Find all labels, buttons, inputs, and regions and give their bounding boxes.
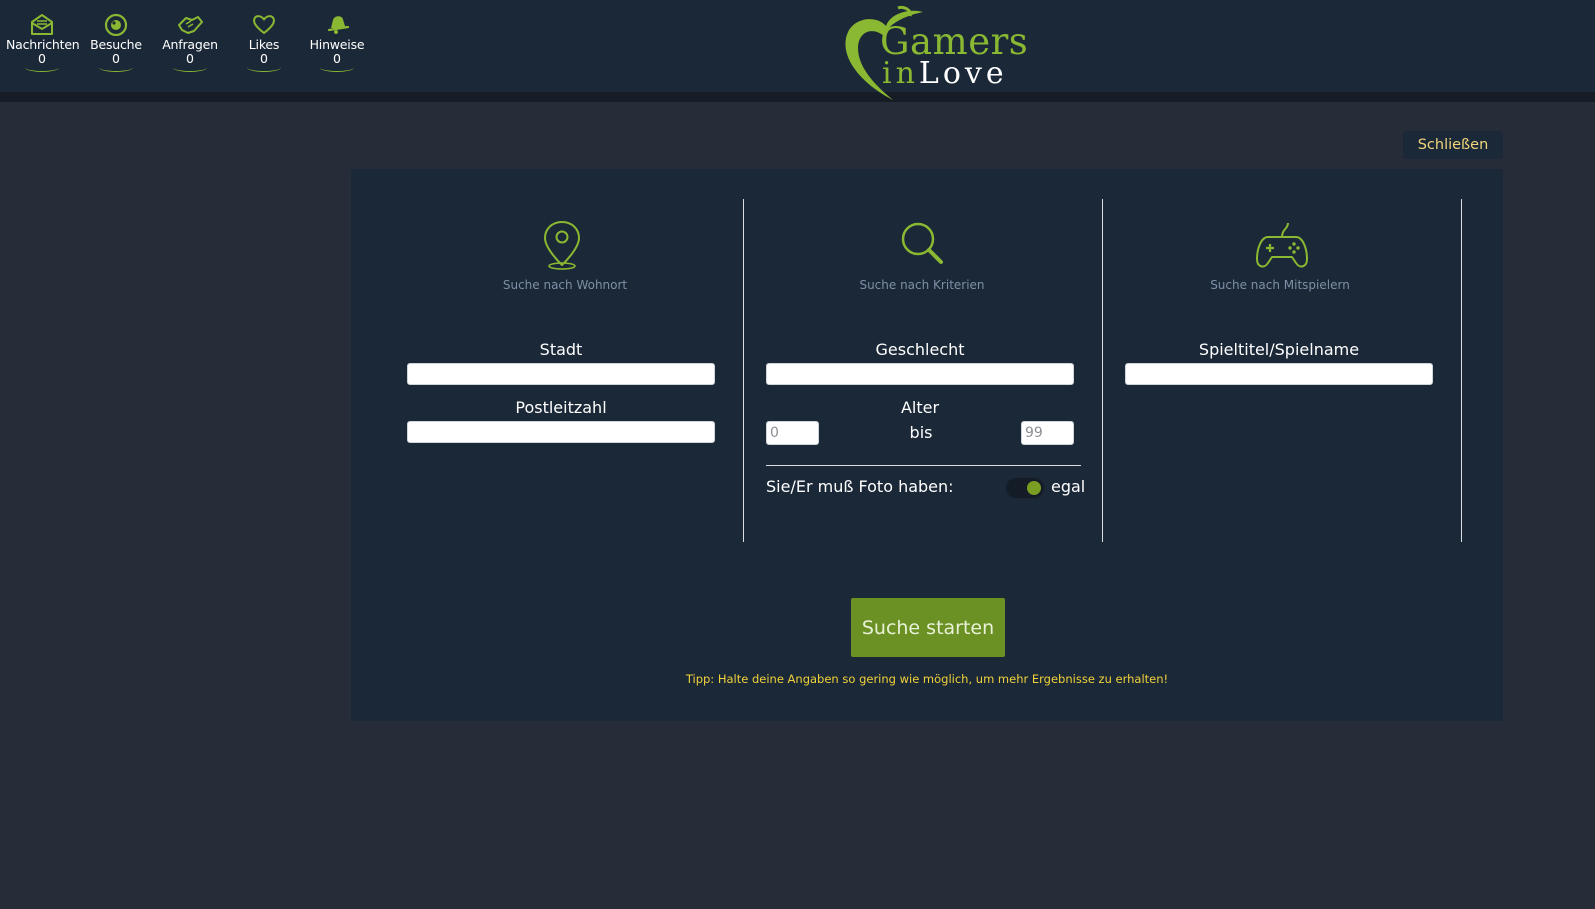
handshake-icon [178, 16, 203, 34]
game-title-label: Spieltitel/Spielname [1198, 340, 1360, 359]
nav-count: 0 [112, 51, 120, 66]
age-separator: bis [909, 423, 933, 442]
nav-item-nachrichten[interactable]: Nachrichten 0 [6, 12, 80, 80]
nav-item-likes[interactable]: Likes 0 [228, 12, 300, 80]
column-divider [1461, 199, 1462, 542]
location-caption: Suche nach Wohnort [502, 278, 628, 292]
criteria-separator [766, 465, 1081, 466]
nav-item-hinweise[interactable]: Hinweise 0 [301, 12, 373, 80]
photo-label: Sie/Er muß Foto haben: [766, 477, 954, 496]
city-input[interactable] [407, 363, 715, 385]
nav-label: Hinweise [309, 37, 365, 52]
logo-text-love: Love [918, 56, 1008, 91]
photo-toggle[interactable] [1006, 478, 1044, 498]
nav-count: 0 [186, 51, 194, 66]
logo-text-inlove: inLove [882, 57, 1008, 91]
city-label: Stadt [539, 340, 583, 359]
gender-select[interactable] [766, 363, 1074, 385]
site-logo[interactable]: Gamers inLove [838, 4, 1028, 104]
age-from-input[interactable] [766, 421, 819, 445]
nav-label: Likes [248, 37, 280, 52]
logo-text-in: in [882, 56, 919, 91]
nav-item-besuche[interactable]: Besuche 0 [80, 12, 152, 80]
close-button[interactable]: Schließen [1403, 131, 1503, 159]
nav-count: 0 [333, 51, 341, 66]
nav-count: 0 [260, 51, 268, 66]
criteria-caption: Suche nach Kriterien [859, 278, 985, 292]
bell-icon [327, 16, 350, 34]
magnifier-icon [901, 222, 943, 264]
envelope-icon [31, 14, 53, 35]
gender-label: Geschlecht [875, 340, 965, 359]
nav-label: Nachrichten [6, 37, 80, 52]
nav-label: Anfragen [162, 37, 218, 52]
eye-icon [104, 13, 128, 36]
nav-label: Besuche [90, 37, 142, 52]
gamepad-icon [1256, 222, 1308, 268]
top-bar: Nachrichten 0 Besuche 0 Anfragen 0 Likes… [0, 0, 1595, 102]
search-panel: Suche nach Wohnort Stadt Postleitzahl Su… [351, 169, 1503, 721]
column-divider [743, 199, 744, 542]
game-title-input[interactable] [1125, 363, 1433, 385]
zip-input[interactable] [407, 421, 715, 443]
start-search-button[interactable]: Suche starten [851, 598, 1005, 657]
photo-value: egal [1051, 477, 1086, 496]
location-pin-icon [543, 220, 581, 270]
nav-count: 0 [38, 51, 46, 66]
zip-label: Postleitzahl [515, 398, 607, 417]
age-to-input[interactable] [1021, 421, 1074, 445]
column-divider [1102, 199, 1103, 542]
toggle-knob [1027, 481, 1041, 495]
players-caption: Suche nach Mitspielern [1210, 278, 1350, 292]
nav-item-anfragen[interactable]: Anfragen 0 [154, 12, 226, 80]
age-label: Alter [900, 398, 940, 417]
search-tip: Tipp: Halte deine Angaben so gering wie … [685, 672, 1169, 686]
heart-icon [253, 15, 275, 34]
